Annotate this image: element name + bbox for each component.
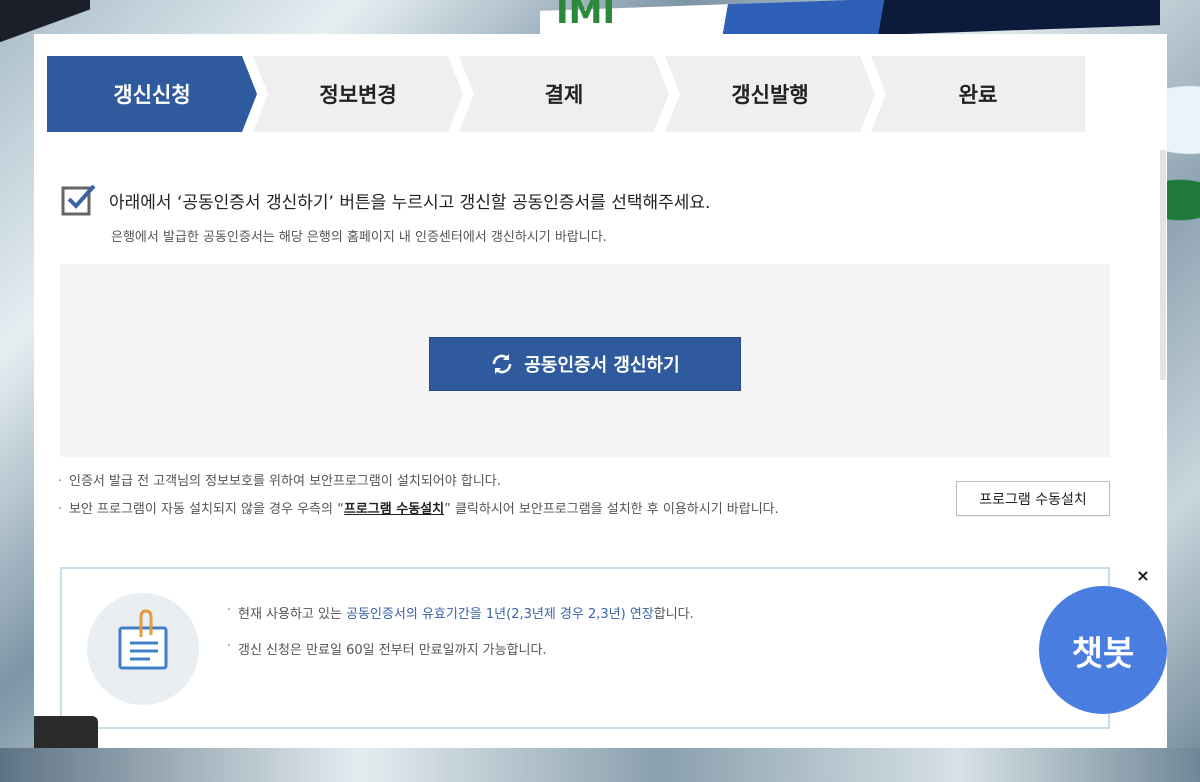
list-item: 보안 프로그램이 자동 설치되지 않을 경우 우측의 “프로그램 수동설치” 클… — [58, 500, 779, 528]
renew-action-area: 공동인증서 갱신하기 — [60, 264, 1110, 457]
renew-certificate-label: 공동인증서 갱신하기 — [524, 355, 680, 376]
refresh-icon — [493, 354, 512, 374]
step-complete: 완료 — [871, 56, 1085, 132]
floating-tab[interactable] — [34, 716, 98, 748]
document-clip-icon — [87, 593, 199, 705]
background-bottom — [0, 748, 1200, 782]
step-info-change: 정보변경 — [253, 56, 463, 132]
step-progress-bar: 갱신신청 정보변경 결제 갱신발행 완료 — [47, 56, 1097, 132]
renew-certificate-button[interactable]: 공동인증서 갱신하기 — [429, 337, 741, 391]
renewal-panel: 갱신신청 정보변경 결제 갱신발행 완료 아래에서 ‘공동인증서 갱신하기’ 버… — [34, 34, 1167, 748]
list-item: 현재 사용하고 있는 공동인증서의 유효기간을 1년(2,3년제 경우 2,3년… — [227, 603, 694, 639]
list-item: 갱신 신청은 만료일 60일 전부터 만료일까지 가능합니다. — [227, 639, 694, 675]
manual-install-button[interactable]: 프로그램 수동설치 — [956, 481, 1110, 516]
chatbot-close-icon[interactable]: × — [1134, 566, 1152, 585]
list-item: 인증서 발급 전 고객님의 정보보호를 위하여 보안프로그램이 설치되어야 합니… — [58, 472, 779, 500]
instruction-subtitle: 은행에서 발급한 공동인증서는 해당 은행의 홈페이지 내 인증센터에서 갱신하… — [111, 230, 607, 245]
instruction-title: 아래에서 ‘공동인증서 갱신하기’ 버튼을 누르시고 갱신할 공동인증서를 선택… — [109, 193, 711, 213]
step-renew-request: 갱신신청 — [47, 56, 257, 132]
checkbox-check-icon — [61, 184, 96, 216]
security-notice-list: 인증서 발급 전 고객님의 정보보호를 위하여 보안프로그램이 설치되어야 합니… — [58, 472, 779, 528]
background-text: IMI — [556, 0, 616, 32]
scrollbar[interactable] — [1160, 150, 1166, 380]
info-list: 현재 사용하고 있는 공동인증서의 유효기간을 1년(2,3년제 경우 2,3년… — [227, 603, 694, 675]
document-icon — [118, 609, 168, 670]
info-box: 현재 사용하고 있는 공동인증서의 유효기간을 1년(2,3년제 경우 2,3년… — [60, 567, 1110, 729]
manual-install-link[interactable]: 프로그램 수동설치 — [344, 502, 444, 517]
chatbot-button[interactable]: 챗봇 — [1039, 586, 1167, 714]
highlight-text: 공동인증서의 유효기간을 1년(2,3년제 경우 2,3년) 연장 — [346, 607, 654, 622]
step-renew-issue: 갱신발행 — [665, 56, 875, 132]
step-payment: 결제 — [459, 56, 669, 132]
